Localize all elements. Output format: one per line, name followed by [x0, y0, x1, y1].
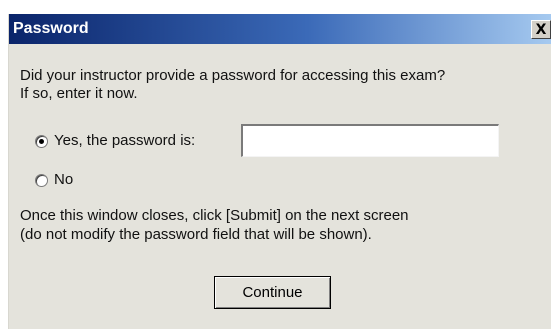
yes-radio-label[interactable]: Yes, the password is:: [54, 132, 195, 150]
prompt-line-2: If so, enter it now.: [20, 85, 138, 102]
title-bar[interactable]: Password X: [9, 14, 551, 44]
password-dialog: Password X Did your instructor provide a…: [8, 14, 551, 329]
close-button[interactable]: X: [531, 20, 551, 39]
continue-button-label: Continue: [242, 284, 303, 301]
close-icon: X: [535, 21, 547, 38]
no-radio-label[interactable]: No: [54, 171, 73, 189]
no-radio[interactable]: [35, 174, 48, 187]
radio-selected-dot: [39, 139, 44, 144]
note-line-1: Once this window closes, click [Submit] …: [20, 207, 409, 224]
note-line-2: (do not modify the password field that w…: [20, 226, 372, 243]
continue-button[interactable]: Continue: [214, 276, 331, 309]
prompt-line-1: Did your instructor provide a password f…: [20, 67, 446, 84]
yes-radio[interactable]: [35, 135, 48, 148]
password-input[interactable]: [241, 124, 499, 157]
dialog-title: Password: [13, 20, 89, 37]
